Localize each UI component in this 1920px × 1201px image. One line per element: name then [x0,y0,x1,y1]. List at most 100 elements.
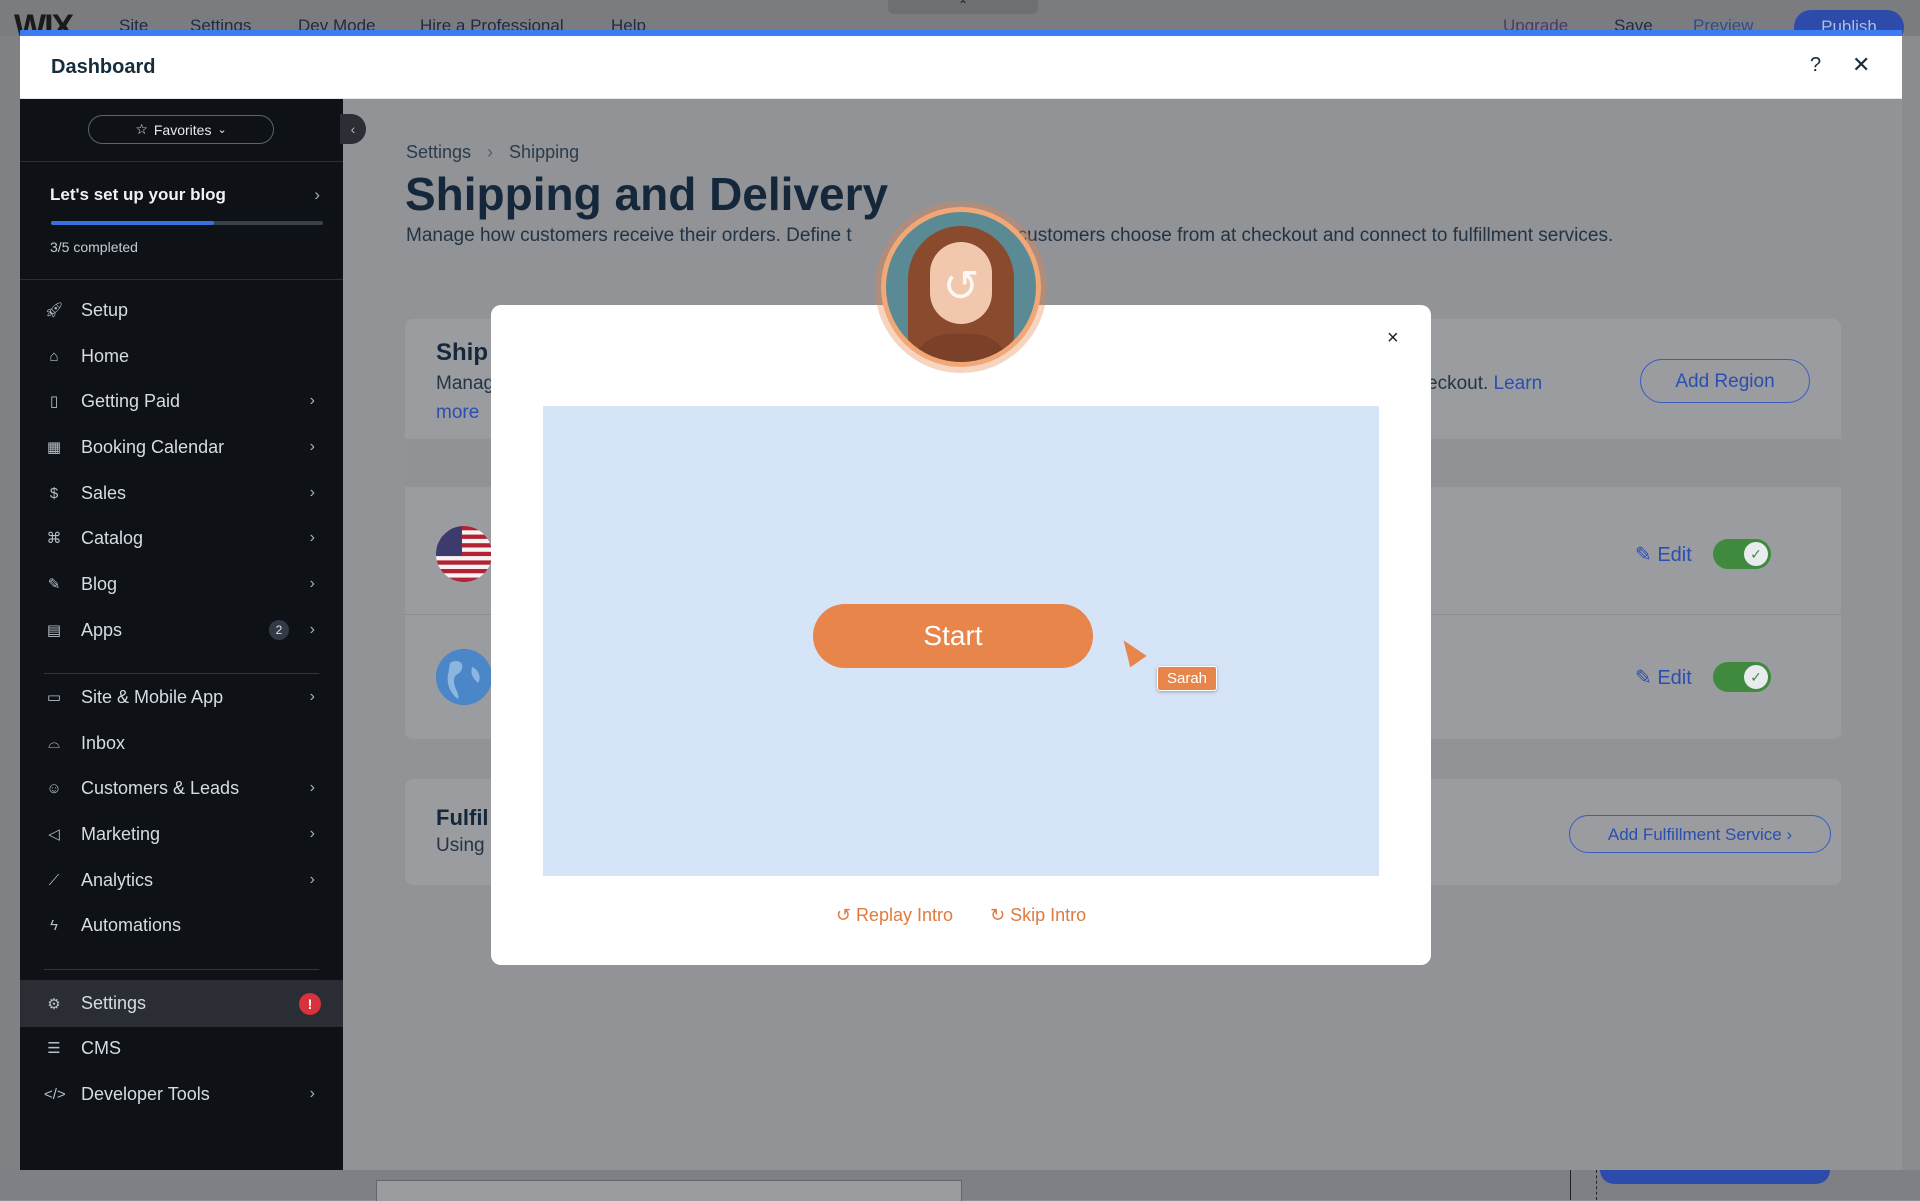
gear-icon: ⚙ [47,995,61,1013]
sidebar-item-home[interactable]: ⌂ Home [20,334,343,378]
sidebar-item-label: Sales [81,482,127,503]
sidebar-item-label: Customers & Leads [81,777,240,798]
sidebar-item-label: Inbox [81,732,126,753]
shipping-card-subtitle: Manag [436,373,495,394]
page-title: Shipping and Delivery [405,168,889,220]
favorites-label: Favorites [153,121,212,138]
avatar-photo: ↺ [886,212,1036,362]
chevron-right-icon: › [314,185,320,204]
invoice-icon: ▯ [49,393,59,410]
sidebar-item-blog[interactable]: ✎ Blog › [20,562,343,606]
help-icon[interactable]: ? [1810,54,1821,77]
shipping-learn-prefix: eckout. [1427,373,1489,394]
learn-more-link-end[interactable]: more [436,402,479,424]
sidebar-item-sales[interactable]: $ Sales › [20,471,343,515]
cursor-pointer-icon [1115,634,1147,668]
add-fulfillment-service-button[interactable]: Add Fulfillment Service › [1569,815,1831,853]
fulfillment-card-title: Fulfil [436,805,489,830]
sidebar-item-label: CMS [81,1037,121,1058]
star-icon: ☆ [135,121,148,137]
skip-intro-button[interactable]: ↻ Skip Intro [990,905,1086,925]
edit-region-international-button[interactable]: ✎ Edit [1635,665,1692,690]
cursor-name-tag: Sarah [1157,666,1218,691]
check-icon: ✓ [1744,665,1768,689]
setup-blog-link[interactable]: Let's set up your blog › [50,185,320,205]
breadcrumb-settings[interactable]: Settings [406,142,471,162]
sidebar-item-setup[interactable]: 🚀︎ Setup [20,288,343,332]
sidebar: ☆ Favorites ⌄ Let's set up your blog › 3… [20,99,343,1170]
setup-progress-fill [51,221,215,225]
setup-progress-label: 3/5 completed [50,239,138,255]
globe-icon [436,649,492,705]
sidebar-item-label: Marketing [81,823,161,844]
sidebar-item-label: Booking Calendar [81,436,225,457]
fulfillment-card-subtitle: Using [436,835,485,856]
pencil-icon: ✎ [1635,667,1652,689]
replay-icon: ↺ [835,905,851,925]
breadcrumb-shipping: Shipping [509,142,580,162]
edit-region-usa-button[interactable]: ✎ Edit [1635,542,1692,567]
pencil-icon: ✎ [1635,544,1652,566]
sidebar-item-getting-paid[interactable]: ▯ Getting Paid › [20,379,343,423]
favorites-button[interactable]: ☆ Favorites ⌄ [88,115,274,144]
sidebar-item-label: Blog [81,573,118,594]
devices-icon: ▭ [46,689,62,706]
settings-alert-badge: ! [299,992,321,1015]
chevron-right-icon: › [309,438,315,455]
stage-guide-line [1570,1170,1571,1200]
stage-element [376,1180,962,1201]
bolt-icon: ϟ [50,916,58,934]
sidebar-item-label: Site & Mobile App [81,686,224,707]
chart-icon: ⟋ [48,871,60,889]
modal-close-icon[interactable]: × [1387,327,1399,350]
region-usa-toggle[interactable]: ✓ [1713,539,1771,569]
setup-progress-bar [51,221,323,225]
page-description-left: Manage how customers receive their order… [406,225,852,246]
replay-intro-button[interactable]: ↺ Replay Intro [836,905,953,925]
sidebar-item-cms[interactable]: ☰ CMS [20,1026,343,1070]
sidebar-item-inbox[interactable]: ⌓ Inbox [20,721,343,765]
intro-video-area[interactable]: Start Sarah [543,406,1379,876]
sidebar-item-label: Home [81,345,130,366]
code-icon: </> [44,1085,66,1103]
edit-label: Edit [1657,544,1692,566]
sidebar-item-developer-tools[interactable]: </> Developer Tools › [20,1072,343,1116]
close-icon[interactable]: ✕ [1852,52,1870,78]
learn-more-link[interactable]: Learn [1494,373,1543,394]
add-region-button[interactable]: Add Region [1640,359,1810,403]
sidebar-item-site-mobile-app[interactable]: ▭ Site & Mobile App › [20,675,343,719]
chevron-right-icon: › [309,392,315,409]
sidebar-item-label: Apps [81,619,123,640]
table-icon: ☰ [47,1040,61,1057]
sidebar-item-automations[interactable]: ϟ Automations [20,903,343,947]
sidebar-item-settings[interactable]: ⚙ Settings! [20,980,343,1027]
sidebar-item-label: Getting Paid [81,390,181,411]
sidebar-item-catalog[interactable]: ⌘ Catalog › [20,516,343,560]
rocket-icon: 🚀︎ [44,302,64,319]
breadcrumb: Settings › Shipping [406,142,579,163]
pen-icon: ✎ [47,576,61,593]
sidebar-item-label: Catalog [81,527,144,548]
chevron-right-icon: › [309,825,315,842]
stage-guide-dashed [1596,1170,1597,1200]
page-description-right: ptions customers choose from at checkout… [961,225,1614,246]
presenter-avatar[interactable]: ↺ [881,207,1041,367]
chevron-right-icon: › [309,871,315,888]
sidebar-item-label: Analytics [81,869,154,890]
sidebar-item-apps[interactable]: ▤ Apps 2 › [20,608,343,652]
region-international-toggle[interactable]: ✓ [1713,662,1771,692]
chevron-right-icon: › [309,484,315,501]
sidebar-item-marketing[interactable]: ◁ Marketing › [20,812,343,856]
sidebar-item-customers-leads[interactable]: ☺ Customers & Leads › [20,766,343,810]
sidebar-item-booking-calendar[interactable]: ▦ Booking Calendar › [20,425,343,469]
add-fulfillment-label: Add Fulfillment Service [1607,825,1782,844]
top-handle[interactable]: ⌃ [888,0,1038,14]
chevron-right-icon: › [487,142,494,162]
us-flag-icon [436,526,492,582]
start-button[interactable]: Start [813,604,1093,668]
chevron-right-icon: › [309,529,315,546]
edit-label: Edit [1657,667,1692,689]
chevron-right-icon: › [309,575,315,592]
home-icon: ⌂ [49,347,59,365]
sidebar-item-analytics[interactable]: ⟋ Analytics › [20,858,343,902]
